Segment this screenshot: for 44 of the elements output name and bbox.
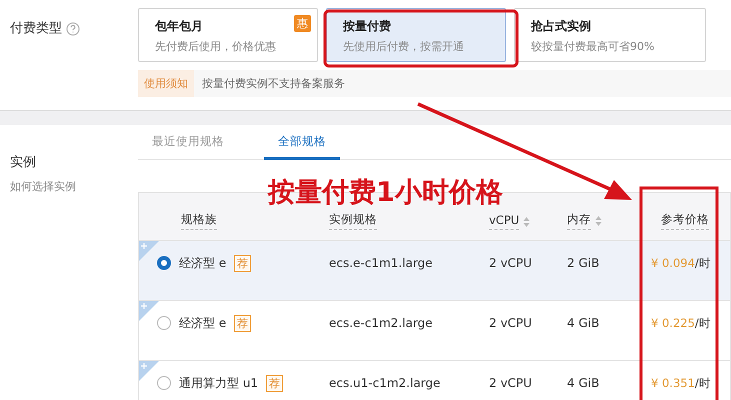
notice-tag: 使用须知 — [138, 70, 194, 97]
column-header[interactable]: 参考价格 — [661, 212, 709, 230]
table-cell: 4 GiB — [567, 376, 600, 390]
table-row[interactable]: 经济型 e 荐 ecs.e-c1m2.large 2 vCPU 4 GiB ¥ 0.225/时 — [139, 301, 730, 361]
recommend-tag: 荐 — [234, 254, 252, 272]
recommend-tag: 荐 — [234, 314, 252, 332]
tab[interactable]: 全部规格 — [264, 134, 340, 160]
column-header[interactable]: 内存 — [567, 212, 591, 230]
table-cell: 2 vCPU — [489, 376, 532, 390]
radio-button[interactable] — [157, 376, 171, 390]
billing-option[interactable]: 按量付费 先使用后付费，按需开通 — [326, 8, 506, 62]
table-cell: ecs.e-c1m2.large — [329, 316, 433, 330]
column-header[interactable]: 规格族 — [181, 212, 217, 230]
radio-button[interactable] — [157, 316, 171, 330]
table-cell: 通用算力型 u1 — [179, 374, 258, 392]
price-cell: ¥ 0.225/时 — [651, 316, 711, 330]
table-cell: ecs.u1-c1m2.large — [329, 376, 440, 390]
notice-text: 按量付费实例不支持备案服务 — [202, 76, 345, 91]
discount-badge: 惠 — [294, 15, 311, 32]
recommend-tag: 荐 — [266, 374, 284, 392]
section-label: 实例 — [10, 155, 36, 171]
table-cell: 2 vCPU — [489, 316, 532, 330]
column-header[interactable]: 实例规格 — [329, 212, 377, 230]
table-cell: 4 GiB — [567, 316, 600, 330]
table-cell: 经济型 e — [179, 254, 226, 272]
table-row[interactable]: 经济型 e 荐 ecs.e-c1m1.large 2 vCPU 2 GiB ¥ 0.094/时 — [139, 241, 730, 301]
billing-option[interactable]: 抢占式实例 较按量付费最高可省90% — [514, 8, 706, 62]
sort-icon[interactable] — [595, 215, 602, 227]
billing-option[interactable]: 包年包月 先付费后使用，价格优惠 惠 — [138, 8, 318, 62]
table-cell: ecs.e-c1m1.large — [329, 256, 433, 270]
table-cell: 经济型 e — [179, 314, 226, 332]
section-label: 付费类型 — [10, 21, 62, 37]
expand-corner-icon[interactable] — [139, 361, 159, 381]
sort-icon[interactable] — [523, 216, 530, 228]
price-cell: ¥ 0.351/时 — [651, 376, 711, 390]
help-icon[interactable] — [66, 22, 80, 36]
expand-corner-icon[interactable] — [139, 301, 159, 321]
price-cell: ¥ 0.094/时 — [651, 256, 711, 270]
annotation-text: 按量付费1小时价格 — [268, 178, 503, 208]
radio-button[interactable] — [157, 256, 171, 270]
help-link[interactable]: 如何选择实例 — [10, 179, 76, 194]
table-cell: 2 vCPU — [489, 256, 532, 270]
column-header[interactable]: vCPU — [489, 213, 520, 230]
table-cell: 2 GiB — [567, 256, 600, 270]
